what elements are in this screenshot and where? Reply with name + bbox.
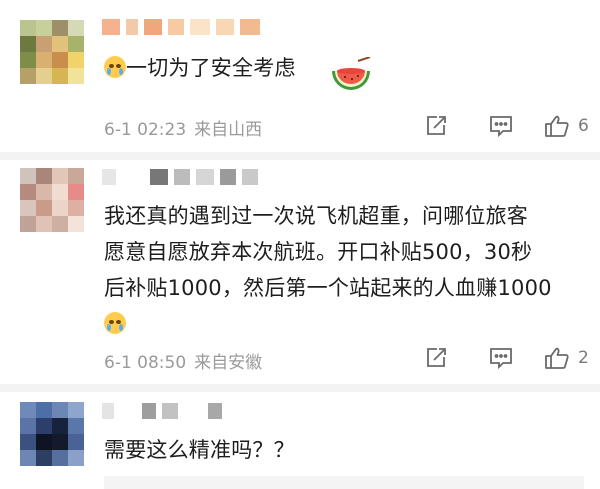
comment-actions: 2 [424, 346, 589, 370]
thumbs-up-icon [545, 347, 569, 369]
comment-text-line: 愿意自愿放弃本次航班。开口补贴500，30秒 [104, 240, 533, 264]
comment-date: 6-1 02:23 [104, 120, 187, 140]
watermelon-sticker-icon [332, 57, 371, 90]
share-button[interactable] [424, 346, 448, 370]
comment-item: 一切为了安全考虑 6-1 02:23 来自山西 6 [0, 0, 600, 152]
crying-face-emoji-icon [104, 56, 126, 78]
comment-text-line: 后补贴1000，然后第一个站起来的人血赚1000 [104, 276, 552, 300]
comment-date: 6-1 08:50 [104, 353, 187, 373]
comment-location: 来自安徽 [194, 353, 263, 373]
comment-button[interactable] [488, 346, 514, 370]
comment-meta: 6-1 08:50 来自安徽 [104, 348, 262, 373]
comment-location: 来自山西 [194, 120, 263, 140]
comment-text-line: 需要这么精准吗？？ [104, 438, 295, 462]
comment-separator [0, 384, 600, 392]
comment-separator [0, 152, 600, 160]
comment-item: 我还真的遇到过一次说飞机超重，问哪位旅客 愿意自愿放弃本次航班。开口补贴500，… [0, 160, 600, 388]
share-icon [427, 116, 446, 135]
avatar[interactable] [20, 168, 84, 232]
reply-preview-box[interactable] [104, 476, 584, 489]
crying-face-emoji-icon [104, 312, 126, 334]
username-blurred[interactable] [102, 402, 222, 420]
username-blurred[interactable] [102, 18, 260, 36]
thumbs-up-icon [545, 115, 569, 137]
username-blurred[interactable] [102, 168, 258, 186]
comment-actions: 6 [424, 114, 589, 138]
share-button[interactable] [424, 114, 448, 138]
like-button[interactable]: 6 [544, 114, 589, 138]
comment-item: 需要这么精准吗？？ [0, 392, 600, 489]
like-button[interactable]: 2 [544, 346, 589, 370]
comment-meta: 6-1 02:23 来自山西 [104, 115, 262, 140]
comment-text-line: 一切为了安全考虑 [126, 56, 296, 80]
like-count: 6 [578, 116, 589, 136]
like-count: 2 [578, 348, 589, 368]
comment-text-line: 我还真的遇到过一次说飞机超重，问哪位旅客 [104, 204, 528, 228]
comment-button[interactable] [488, 114, 514, 138]
avatar[interactable] [20, 402, 84, 466]
comment-text: 需要这么精准吗？？ [104, 432, 295, 468]
comment-icon [490, 348, 512, 370]
avatar[interactable] [20, 20, 84, 84]
comment-icon [490, 116, 512, 138]
comment-text: 我还真的遇到过一次说飞机超重，问哪位旅客 愿意自愿放弃本次航班。开口补贴500，… [104, 198, 552, 342]
comment-text: 一切为了安全考虑 [104, 50, 296, 86]
share-icon [427, 348, 446, 367]
